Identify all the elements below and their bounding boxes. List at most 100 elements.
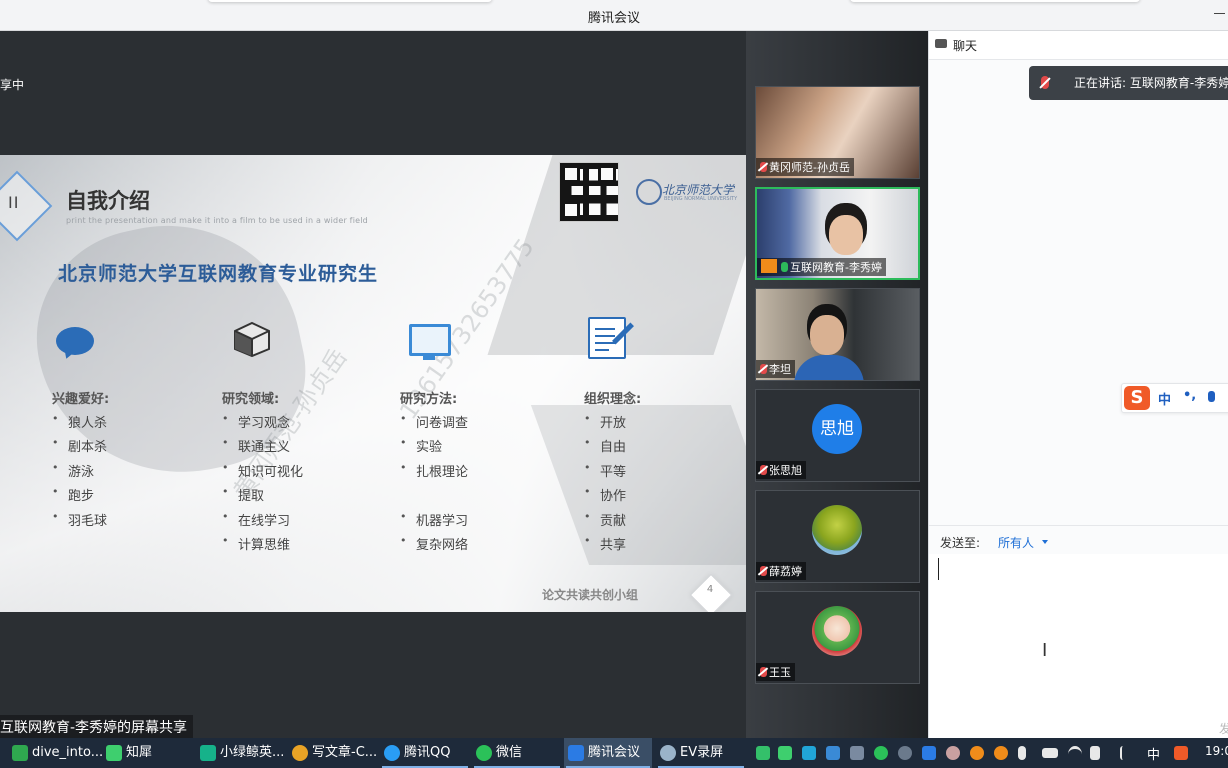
list-item: 游泳 [52,461,109,485]
cube-icon [234,321,270,357]
participant-tile[interactable]: 黄冈师范-孙贞岳 [755,86,920,179]
tray-pen-icon[interactable] [1120,746,1136,760]
taskbar-app-ev-recorder[interactable]: EV录屏 [656,738,746,768]
mic-muted-icon [760,667,767,677]
tray-wifi-icon[interactable] [1068,746,1082,763]
chat-bubble-icon [56,327,94,355]
university-seal-icon [636,179,662,205]
column-research-fields: 研究领域: 学习观念 联通主义 知识可视化 提取 在线学习 计算思维 [222,388,303,558]
xiaolvjing-icon [200,745,216,761]
qr-code [559,162,619,222]
slide-title: 自我介绍 [66,189,150,213]
taskbar-app-label: 微信 [496,745,523,760]
tray-tencent-meeting-icon[interactable] [922,746,936,760]
list-item: 自由 [584,436,641,460]
participant-tile[interactable]: 王玉 [755,591,920,684]
qq-icon [384,745,400,761]
tray-wechat-icon[interactable] [874,746,888,760]
notepad-icon [588,317,634,359]
taskbar-app-label: EV录屏 [680,745,724,760]
list-item: 羽毛球 [52,510,109,534]
participant-tile[interactable]: 薛荔婷 [755,490,920,583]
list-item: 狼人杀 [52,412,109,436]
list-item: 剧本杀 [52,436,109,460]
list-item: 贡献 [584,510,641,534]
send-hint: 发 [1219,722,1228,736]
participant-tile[interactable]: 李坦 [755,288,920,381]
tray-app-icon[interactable] [778,746,792,760]
university-logo-subtext: BEIJING NORMAL UNIVERSITY [664,196,738,202]
chat-icon [935,39,947,48]
column-heading: 研究领域: [222,392,280,407]
slide-subtitle: print the presentation and make it into … [66,216,368,225]
list-item [400,485,468,509]
monitor-icon [409,324,451,360]
list-item: 联通主义 [222,436,303,460]
pycharm-icon [12,745,28,761]
list-item: 开放 [584,412,641,436]
chrome-icon [292,745,308,761]
taskbar-app-pycharm[interactable]: dive_into... [8,738,103,768]
speaking-indicator: 正在讲话: 互联网教育-李秀婷 [1029,66,1228,100]
screen-share-area: 享中 黄冈师范-孙贞岳 13615732653775 II 自我介绍 print… [0,31,746,740]
list-item: 复杂网络 [400,534,468,558]
divider [929,525,1228,526]
section-number: II [8,193,20,212]
tray-shield-icon[interactable] [826,746,840,760]
column-principles: 组织理念: 开放 自由 平等 协作 贡献 共享 [584,388,641,558]
ime-punctuation-toggle[interactable]: •, [1183,388,1196,403]
tray-ime-indicator[interactable]: 中 [1147,744,1160,763]
tray-app-icon[interactable] [802,746,816,760]
tray-microphone-icon[interactable] [1018,746,1026,760]
list-item: 问卷调查 [400,412,468,436]
participant-name: 薛荔婷 [769,565,802,578]
wechat-icon [476,745,492,761]
tray-volume-icon[interactable] [1090,746,1100,760]
taskbar-app-qq[interactable]: 腾讯QQ [380,738,470,768]
share-status-text: 享中 [0,78,25,92]
chat-message-input[interactable]: I 发 [929,554,1228,738]
tray-app-icon[interactable] [756,746,770,760]
tray-battery-icon[interactable] [1042,748,1058,758]
tray-qq-icon[interactable] [970,746,984,760]
minimize-button[interactable] [1214,6,1226,18]
shared-slide: 黄冈师范-孙贞岳 13615732653775 II 自我介绍 print th… [0,155,746,612]
column-research-methods: 研究方法: 问卷调查 实验 扎根理论 机器学习 复杂网络 [400,388,468,558]
tray-app-icon[interactable] [850,746,864,760]
tray-sogou-icon[interactable] [1174,746,1188,760]
title-bar: 腾讯会议 [0,0,1228,31]
participant-tile[interactable]: 思旭 张思旭 [755,389,920,482]
taskbar-app-tencent-meeting[interactable]: 腾讯会议 [564,738,652,768]
taskbar: dive_into... 知犀 小绿鲸英... 写文章-C... 腾讯QQ 微信… [0,738,1228,768]
tray-app-icon[interactable] [898,746,912,760]
ev-recorder-icon [660,745,676,761]
ime-language-toggle[interactable]: 中 [1158,389,1171,408]
participant-video-list[interactable]: 黄冈师范-孙贞岳 互联网教育-李秀婷 李坦 思旭 张思旭 薛荔婷 王玉 [746,31,928,738]
tray-app-icon[interactable] [946,746,960,760]
list-item: 平等 [584,461,641,485]
participant-tile-active[interactable]: 互联网教育-李秀婷 [755,187,920,280]
tray-clock[interactable]: 19:0 [1205,744,1228,758]
window-title: 腾讯会议 [587,11,640,26]
slide-headline: 北京师范大学互联网教育专业研究生 [58,263,379,285]
send-to-dropdown[interactable]: 所有人 [998,534,1034,551]
ime-voice-icon[interactable] [1208,391,1215,402]
participant-name: 李坦 [769,363,791,376]
background-window-edge [850,0,1140,2]
chevron-down-icon[interactable] [1042,540,1048,544]
list-item: 协作 [584,485,641,509]
column-heading: 组织理念: [584,392,642,407]
column-heading: 研究方法: [400,392,458,407]
taskbar-app-xiaolvjing[interactable]: 小绿鲸英... [196,738,286,768]
taskbar-app-chrome[interactable]: 写文章-C... [288,738,378,768]
taskbar-app-wechat[interactable]: 微信 [472,738,562,768]
tray-qq-icon[interactable] [994,746,1008,760]
host-badge-icon [761,259,777,273]
participant-name: 张思旭 [769,464,802,477]
column-heading: 兴趣爱好: [52,392,110,407]
taskbar-app-zhixi[interactable]: 知犀 [102,738,194,768]
taskbar-app-label: 腾讯QQ [404,745,451,760]
mic-muted-icon [1041,76,1049,89]
sogou-ime-icon[interactable]: S [1124,386,1150,410]
ime-toolbar[interactable]: S 中 •, [1121,383,1228,413]
